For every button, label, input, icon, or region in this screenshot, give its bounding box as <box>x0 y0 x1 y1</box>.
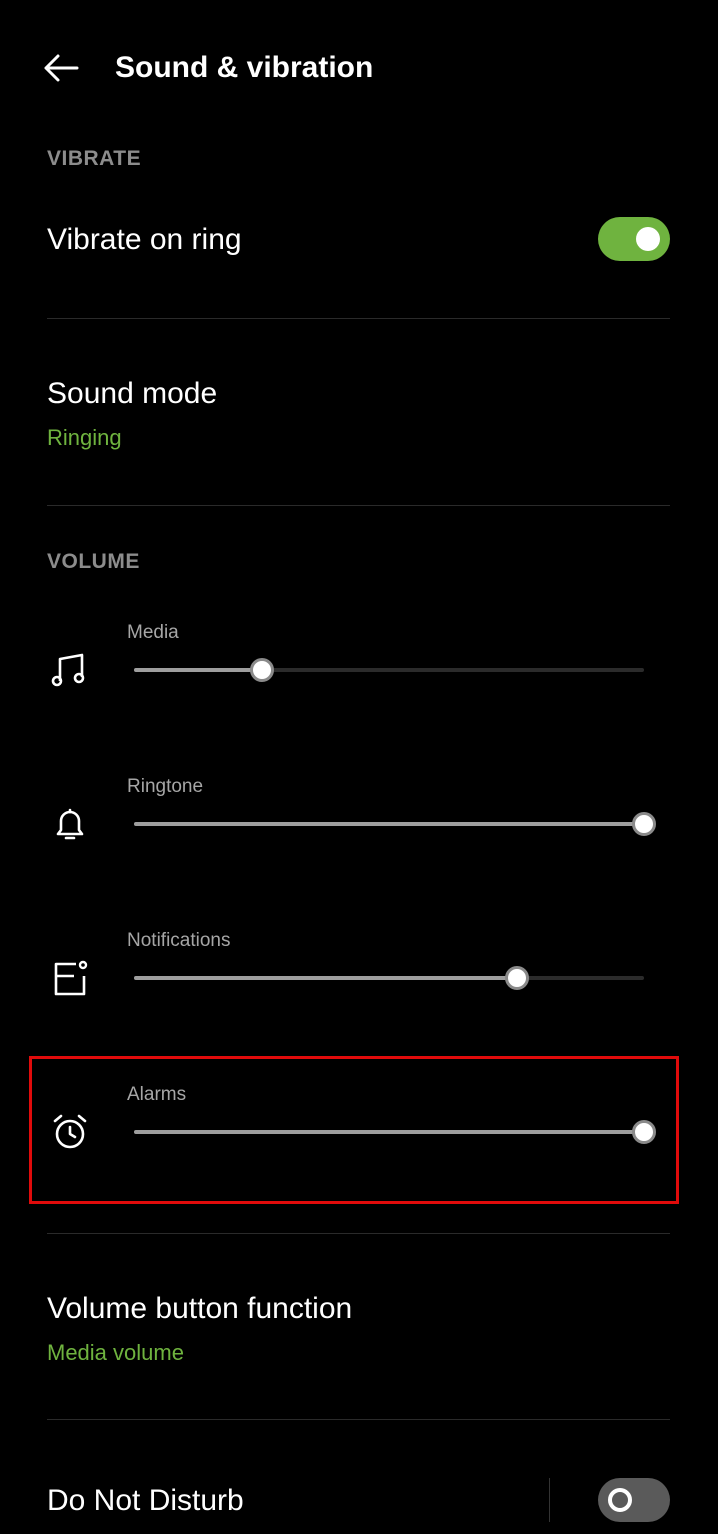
app-header: Sound & vibration <box>0 0 718 136</box>
volume-row-media: Media <box>0 620 718 760</box>
vertical-separator <box>549 1478 550 1522</box>
sound-mode-value: Ringing <box>47 425 122 450</box>
section-header-volume: VOLUME <box>47 550 140 573</box>
sound-mode-title: Sound mode <box>47 377 218 410</box>
divider <box>47 1419 670 1420</box>
slider-fill <box>134 1130 644 1134</box>
notifications-volume-slider[interactable] <box>134 966 644 990</box>
divider <box>47 1233 670 1234</box>
volume-button-function-title: Volume button function <box>47 1292 353 1325</box>
slider-fill <box>134 976 517 980</box>
media-volume-slider[interactable] <box>134 658 644 682</box>
alarms-volume-slider[interactable] <box>134 1120 656 1144</box>
music-note-icon <box>51 653 85 687</box>
volume-row-alarms: Alarms <box>0 1082 718 1222</box>
toggle-knob <box>608 1488 632 1512</box>
slider-thumb[interactable] <box>505 966 529 990</box>
notification-icon <box>54 960 88 996</box>
volume-row-ringtone: Ringtone <box>0 774 718 914</box>
back-button[interactable] <box>36 44 86 92</box>
divider <box>47 318 670 319</box>
arrow-left-icon <box>44 54 79 82</box>
bell-icon <box>56 808 84 840</box>
section-header-vibrate: VIBRATE <box>47 147 142 170</box>
volume-label-ringtone: Ringtone <box>127 776 204 797</box>
do-not-disturb-toggle[interactable] <box>598 1478 670 1522</box>
volume-row-notifications: Notifications <box>0 928 718 1068</box>
toggle-knob <box>636 227 660 251</box>
vibrate-on-ring-toggle[interactable] <box>598 217 670 261</box>
ringtone-volume-slider[interactable] <box>134 812 656 836</box>
alarm-clock-icon <box>53 1114 87 1149</box>
divider <box>47 505 670 506</box>
volume-label-alarms: Alarms <box>127 1084 187 1105</box>
slider-thumb[interactable] <box>632 812 656 836</box>
slider-fill <box>134 822 644 826</box>
slider-thumb[interactable] <box>632 1120 656 1144</box>
volume-button-function-value: Media volume <box>47 1340 184 1365</box>
page-title: Sound & vibration <box>115 51 374 84</box>
slider-thumb[interactable] <box>250 658 274 682</box>
volume-label-notifications: Notifications <box>127 930 231 951</box>
do-not-disturb-label: Do Not Disturb <box>47 1484 244 1517</box>
vibrate-on-ring-label: Vibrate on ring <box>47 223 242 256</box>
slider-fill <box>134 668 262 672</box>
volume-label-media: Media <box>127 622 179 643</box>
